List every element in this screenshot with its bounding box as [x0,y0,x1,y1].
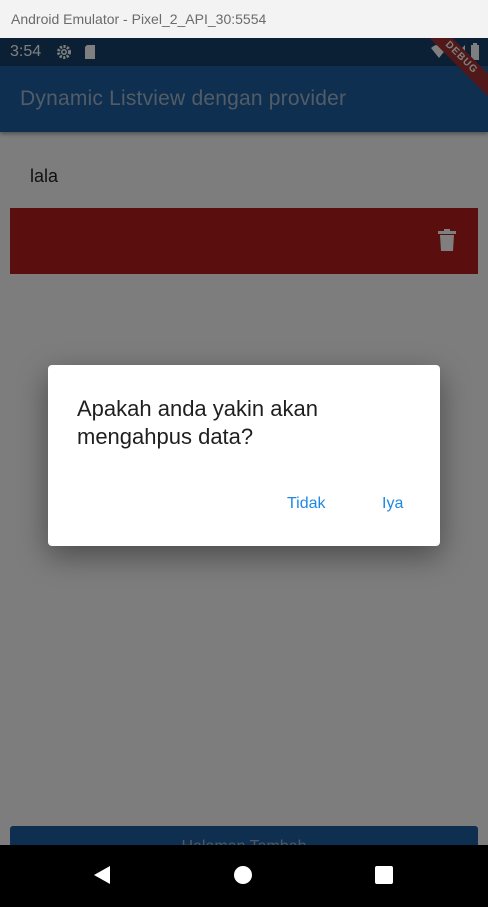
back-icon[interactable] [92,865,112,890]
tidak-button[interactable]: Tidak [287,495,326,513]
dialog-message: Apakah anda yakin akan mengahpus data? [77,396,318,449]
navigation-bar [0,845,488,907]
iya-button[interactable]: Iya [382,495,403,513]
emulator-window-title: Android Emulator - Pixel_2_API_30:5554 [0,0,488,38]
home-icon[interactable] [233,865,253,890]
device-screen: 3:54 Dynamic Listview deng [0,38,488,907]
recents-icon[interactable] [374,865,394,890]
confirm-delete-dialog: Apakah anda yakin akan mengahpus data? T… [48,365,440,546]
